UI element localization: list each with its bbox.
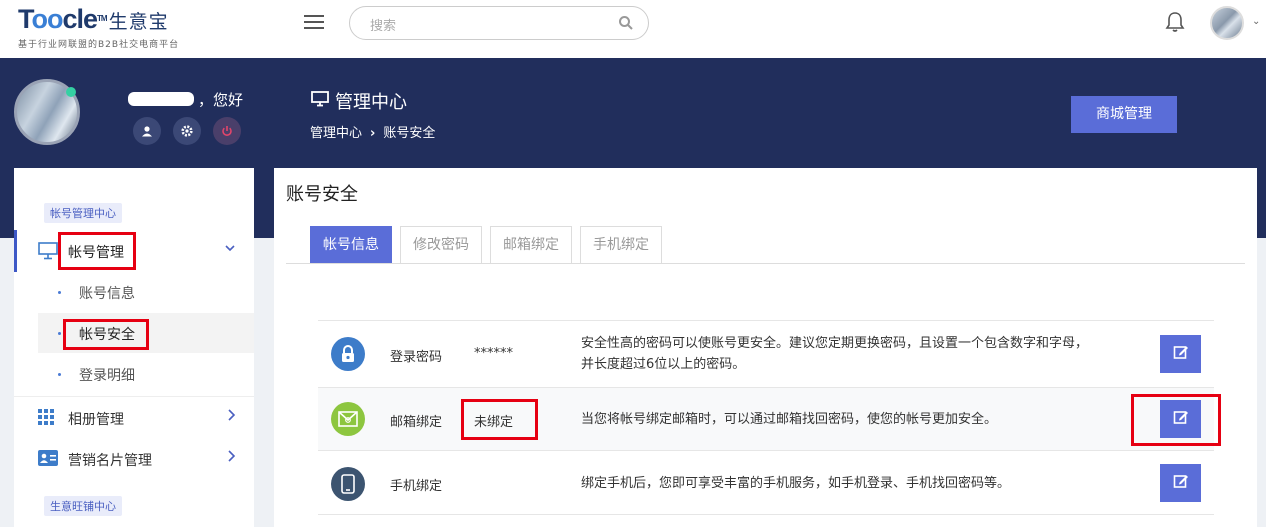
mail-icon (331, 402, 365, 436)
chevron-down-icon[interactable]: ⌄ (1252, 16, 1260, 27)
sidebar-subitem-label: 登录明细 (79, 368, 135, 384)
logo-tagline: 基于行业网联盟的B2B社交电商平台 (18, 40, 180, 50)
row-description-line: 绑定手机后，您即可享受丰富的手机服务，如手机登录、手机找回密码等。 (581, 476, 1011, 491)
search-placeholder: 搜索 (370, 19, 397, 34)
row-description: 安全性高的密码可以使账号更安全。建议您定期更换密码，且设置一个包含数字和字母， … (581, 333, 1141, 375)
search-icon[interactable] (618, 15, 634, 35)
sidebar-item-card-management[interactable]: 营销名片管理 (14, 438, 254, 480)
bullet-icon (58, 332, 61, 335)
row-name: 手机绑定 (390, 479, 443, 494)
edit-icon (1173, 473, 1189, 493)
row-description-line: 当您将帐号绑定邮箱时，可以通过邮箱找回密码，使您的帐号更加安全。 (581, 412, 998, 427)
edit-button[interactable] (1160, 335, 1201, 373)
chevron-right-icon (226, 409, 236, 425)
chevron-down-icon (224, 242, 236, 258)
tab-divider (286, 263, 1245, 264)
top-bar: ToocleTM 生意宝 基于行业网联盟的B2B社交电商平台 搜索 ⌄ (0, 0, 1266, 58)
user-icon[interactable] (133, 117, 161, 145)
sidebar-subitem-account-info[interactable]: 账号信息 (38, 272, 254, 312)
logo-tm: TM (97, 14, 108, 23)
username-redacted (128, 92, 194, 106)
highlight-box (461, 399, 538, 440)
table-row: 登录密码 ****** 安全性高的密码可以使账号更安全。建议您定期更换密码，且设… (318, 320, 1214, 387)
monitor-icon (38, 242, 58, 264)
table-row: 手机绑定 绑定手机后，您即可享受丰富的手机服务，如手机登录、手机找回密码等。 (318, 450, 1214, 515)
bell-icon[interactable] (1165, 11, 1185, 37)
sidebar-subitem-login-details[interactable]: 登录明细 (38, 354, 254, 394)
page-title-text: 管理中心 (335, 92, 407, 113)
main-content: 账号安全 帐号信息 修改密码 邮箱绑定 手机绑定 登录密码 ****** 安全性… (274, 168, 1257, 527)
grid-icon (38, 409, 54, 429)
edit-button[interactable] (1160, 464, 1201, 502)
page-title: 管理中心 (311, 88, 407, 114)
tab-change-password[interactable]: 修改密码 (400, 226, 482, 264)
sidebar-subitem-label: 账号信息 (79, 286, 135, 302)
breadcrumb: 管理中心 › 账号安全 (310, 122, 435, 141)
highlight-box (1131, 394, 1221, 446)
highlight-box (63, 319, 149, 350)
online-status-dot (66, 87, 76, 97)
tab-bar: 帐号信息 修改密码 邮箱绑定 手机绑定 (310, 226, 662, 264)
row-name: 邮箱绑定 (390, 415, 443, 430)
row-description: 绑定手机后，您即可享受丰富的手机服务，如手机登录、手机找回密码等。 (581, 473, 1141, 494)
logo-text: Toocle (18, 4, 98, 34)
row-description-line: 并长度超过6位以上的密码。 (581, 357, 746, 372)
logo[interactable]: ToocleTM 生意宝 基于行业网联盟的B2B社交电商平台 (18, 4, 179, 50)
id-card-icon (38, 450, 58, 470)
shop-management-button[interactable]: 商城管理 (1071, 96, 1177, 133)
row-name: 登录密码 (390, 350, 443, 365)
sidebar-item-album-management[interactable]: 相册管理 (14, 396, 254, 438)
search-input[interactable]: 搜索 (349, 6, 649, 40)
logo-cn: 生意宝 (108, 12, 169, 33)
lock-icon (331, 337, 365, 371)
menu-icon[interactable] (304, 15, 324, 31)
chevron-right-icon (226, 450, 236, 466)
tab-account-info[interactable]: 帐号信息 (310, 226, 392, 264)
table-row: 邮箱绑定 未绑定 当您将帐号绑定邮箱时，可以通过邮箱找回密码，使您的帐号更加安全… (318, 387, 1214, 450)
power-icon[interactable] (213, 117, 241, 145)
tab-email-binding[interactable]: 邮箱绑定 (490, 226, 572, 264)
edit-icon (1173, 344, 1189, 364)
avatar[interactable] (1210, 6, 1244, 40)
breadcrumb-item[interactable]: 管理中心 (310, 126, 362, 141)
bullet-icon (58, 373, 61, 376)
breadcrumb-item: 账号安全 (383, 126, 436, 141)
breadcrumb-separator: › (370, 126, 376, 141)
content-title: 账号安全 (286, 184, 358, 205)
sidebar-item-label: 营销名片管理 (68, 453, 152, 469)
bullet-icon (58, 291, 61, 294)
sidebar-section-label: 生意旺铺中心 (44, 496, 122, 516)
highlight-box (58, 232, 136, 270)
tab-phone-binding[interactable]: 手机绑定 (580, 226, 662, 264)
phone-icon (331, 467, 365, 501)
greeting: ，您好 (198, 91, 244, 109)
sidebar-section-label: 帐号管理中心 (44, 203, 122, 223)
monitor-icon (311, 90, 329, 112)
sidebar-item-label: 相册管理 (68, 412, 124, 428)
gear-icon[interactable] (173, 117, 201, 145)
row-value: ****** (474, 346, 513, 361)
row-description: 当您将帐号绑定邮箱时，可以通过邮箱找回密码，使您的帐号更加安全。 (581, 409, 1141, 430)
row-description-line: 安全性高的密码可以使账号更安全。建议您定期更换密码，且设置一个包含数字和字母， (581, 336, 1089, 351)
